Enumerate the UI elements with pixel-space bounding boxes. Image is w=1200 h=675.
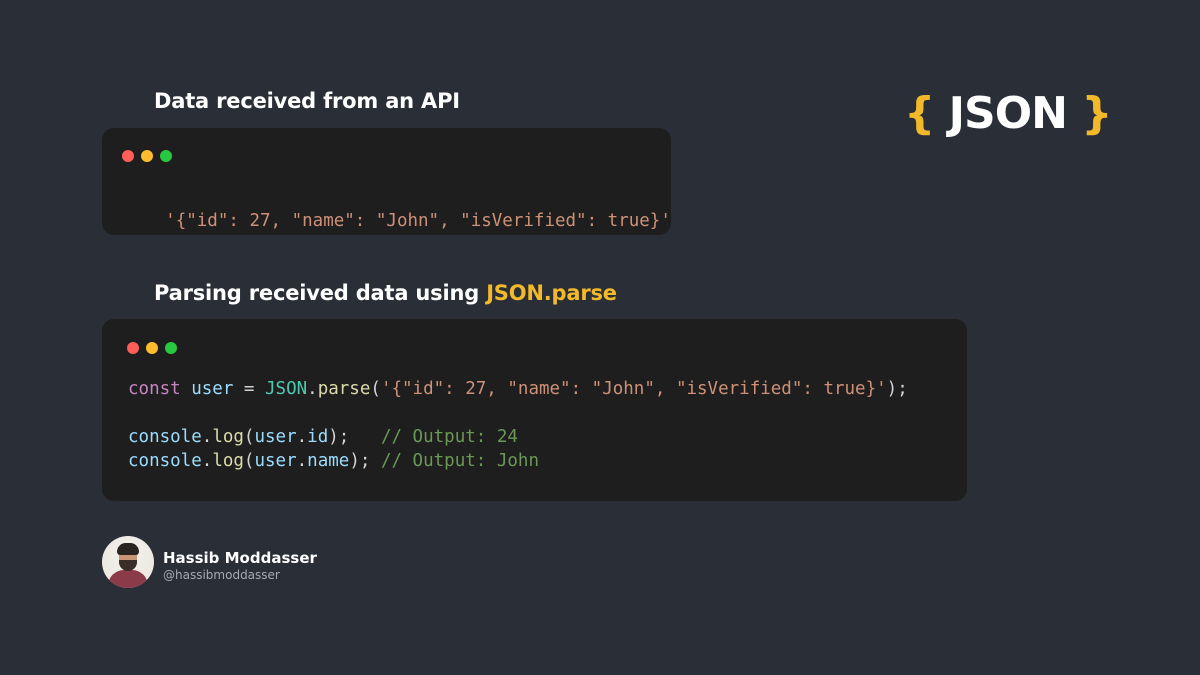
avatar-shirt <box>108 570 148 588</box>
close-paren: ); <box>349 451 371 471</box>
open-paren: ( <box>243 451 255 471</box>
logo-open-brace: { <box>904 88 935 139</box>
window-controls <box>122 150 172 162</box>
maximize-dot-icon <box>165 342 177 354</box>
avatar-hair <box>117 543 139 555</box>
open-paren: ( <box>370 379 381 399</box>
open-paren: ( <box>243 427 255 447</box>
json-string-literal: '{"id": 27, "name": "John", "isVerified"… <box>380 379 887 399</box>
dot: . <box>296 451 308 471</box>
author-avatar[interactable] <box>102 536 154 588</box>
maximize-dot-icon <box>160 150 172 162</box>
close-dot-icon <box>127 342 139 354</box>
author-name[interactable]: Hassib Moddasser <box>163 549 317 567</box>
assign-operator: = <box>233 379 265 399</box>
author-handle[interactable]: @hassibmoddasser <box>163 568 280 582</box>
code-line-2: console.log(user.id); // Output: 24 <box>128 425 908 449</box>
console-object: console <box>128 451 202 471</box>
json-string-literal: '{"id": 27, "name": "John", "isVerified"… <box>165 211 671 231</box>
heading-prefix: Parsing received data using <box>154 281 487 305</box>
variable-user: user <box>254 451 297 471</box>
code-block-parse: const user = JSON.parse('{"id": 27, "nam… <box>128 377 908 473</box>
close-dot-icon <box>122 150 134 162</box>
variable-user: user <box>254 427 297 447</box>
dot: . <box>307 379 318 399</box>
close-paren: ); <box>328 427 350 447</box>
json-logo: { JSON } <box>904 88 1113 139</box>
log-function: log <box>212 427 244 447</box>
code-line-1: const user = JSON.parse('{"id": 27, "nam… <box>128 377 908 401</box>
code-line-3: console.log(user.name); // Output: John <box>128 449 908 473</box>
section-heading-api: Data received from an API <box>154 89 460 113</box>
output-comment: // Output: John <box>380 451 539 471</box>
property-id: id <box>307 427 329 447</box>
variable-user: user <box>191 379 234 399</box>
code-window-api-data: '{"id": 27, "name": "John", "isVerified"… <box>102 128 671 235</box>
section-heading-parse: Parsing received data using JSON.parse <box>154 281 617 305</box>
code-block-api-data: '{"id": 27, "name": "John", "isVerified"… <box>123 185 671 257</box>
minimize-dot-icon <box>141 150 153 162</box>
parse-function: parse <box>317 379 371 399</box>
log-function: log <box>212 451 244 471</box>
console-object: console <box>128 427 202 447</box>
dot: . <box>296 427 308 447</box>
property-name: name <box>307 451 350 471</box>
minimize-dot-icon <box>146 342 158 354</box>
heading-accent: JSON.parse <box>486 281 617 305</box>
logo-text: JSON <box>948 88 1068 139</box>
close-paren: ); <box>886 379 908 399</box>
window-controls <box>127 342 177 354</box>
code-window-parse: const user = JSON.parse('{"id": 27, "nam… <box>102 319 967 501</box>
keyword-const: const <box>128 379 181 399</box>
json-object: JSON <box>265 379 308 399</box>
dot: . <box>201 427 213 447</box>
output-comment: // Output: 24 <box>380 427 518 447</box>
logo-close-brace: } <box>1081 88 1112 139</box>
dot: . <box>201 451 213 471</box>
